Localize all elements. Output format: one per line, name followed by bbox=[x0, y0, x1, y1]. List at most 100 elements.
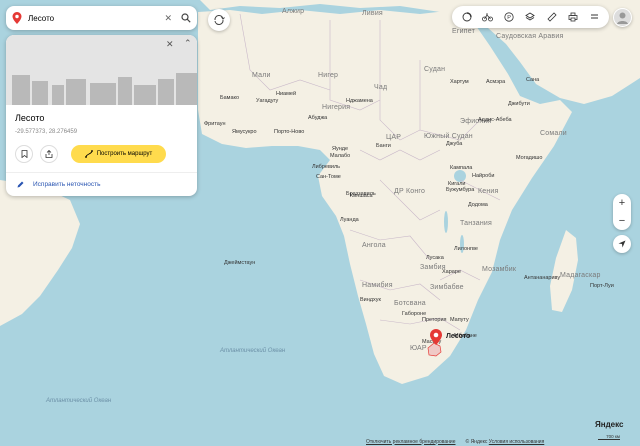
parking-button[interactable]: P bbox=[501, 9, 517, 25]
ocean-label: Атлантический Океан bbox=[46, 398, 112, 404]
map-label: Фритаун bbox=[204, 121, 226, 127]
map-label: Кампала bbox=[450, 165, 473, 171]
copyright-text: © Яндекс Условия использования bbox=[466, 439, 545, 445]
search-bar[interactable]: Лесото ✕ bbox=[6, 6, 197, 30]
map-label: Антананариву bbox=[524, 275, 561, 281]
avatar[interactable] bbox=[613, 8, 632, 27]
zoom-in-button[interactable]: + bbox=[613, 194, 631, 212]
menu-icon bbox=[590, 14, 598, 19]
map-label: Порто-Ново bbox=[274, 129, 305, 135]
map-label: Египет bbox=[452, 28, 475, 35]
map-footer: Отключить рекламное брендирование © Янде… bbox=[366, 437, 544, 446]
map-label: Судан bbox=[424, 66, 446, 73]
map-label: Киншаса bbox=[350, 193, 373, 199]
map-label: ЮАР bbox=[410, 345, 427, 352]
map-label: Ливия bbox=[362, 10, 383, 17]
map-label: Малабо bbox=[330, 153, 351, 159]
terms-link[interactable]: Условия использования bbox=[489, 439, 545, 445]
map-label: Мозамбик bbox=[482, 266, 517, 273]
map-label: Лилонгве bbox=[454, 246, 478, 252]
bookmark-icon bbox=[21, 150, 27, 158]
map-label: Мадагаскар bbox=[560, 272, 601, 279]
map-label: Сан-Томе bbox=[316, 174, 341, 180]
map-label: Ниамей bbox=[276, 91, 297, 97]
map-label: Асмэра bbox=[486, 79, 506, 85]
map-label: Джуба bbox=[446, 141, 463, 147]
map-label: Кения bbox=[478, 188, 499, 195]
place-title: Лесото bbox=[15, 113, 45, 123]
chevron-up-icon[interactable]: ⌃ bbox=[184, 38, 192, 49]
zoom-out-button[interactable]: − bbox=[613, 212, 631, 230]
map-label: Ботсвана bbox=[394, 300, 426, 307]
location-pin-icon bbox=[430, 329, 442, 345]
svg-text:P: P bbox=[508, 15, 512, 21]
map-label: Яунде bbox=[332, 146, 349, 152]
bookmark-button[interactable] bbox=[15, 145, 33, 163]
layers-button[interactable] bbox=[522, 9, 538, 25]
map-label: Либревиль bbox=[312, 164, 341, 170]
build-route-button[interactable]: Построить маршрут bbox=[71, 145, 166, 163]
place-coords[interactable]: -29.577373, 28.276459 bbox=[15, 129, 77, 135]
build-route-label: Построить маршрут bbox=[96, 151, 153, 157]
map-label: Нигерия bbox=[322, 104, 351, 111]
rotate-map-button[interactable] bbox=[208, 9, 230, 31]
map-label: Джибути bbox=[508, 101, 530, 107]
traffic-icon bbox=[462, 12, 472, 22]
scale-bar: 700 км bbox=[598, 434, 620, 440]
menu-button[interactable] bbox=[586, 9, 602, 25]
map-label: Ангола bbox=[362, 242, 386, 249]
share-icon bbox=[45, 150, 53, 158]
map-label: Джеймстаун bbox=[224, 260, 256, 266]
map-label: Южный Судан bbox=[424, 133, 473, 140]
map-label: Могадишо bbox=[516, 155, 543, 161]
map-label: Сомали bbox=[540, 130, 567, 137]
close-icon[interactable]: ✕ bbox=[166, 39, 174, 50]
route-icon bbox=[84, 150, 93, 158]
map-label: Танзания bbox=[460, 220, 492, 227]
map-label: Найроби bbox=[472, 173, 495, 179]
ocean-label: Атлантический Океан bbox=[220, 348, 286, 354]
bike-icon bbox=[482, 13, 494, 21]
map-label: Претория bbox=[422, 317, 447, 323]
map-label: Мапуту bbox=[450, 317, 469, 323]
disable-branding-link[interactable]: Отключить рекламное брендирование bbox=[366, 439, 456, 445]
ruler-button[interactable] bbox=[544, 9, 560, 25]
share-button[interactable] bbox=[40, 145, 58, 163]
selected-place-pin[interactable] bbox=[430, 329, 442, 345]
map-label: Мали bbox=[252, 72, 271, 79]
search-input[interactable]: Лесото bbox=[28, 14, 164, 23]
map-label: Луанда bbox=[340, 217, 359, 223]
geolocation-button[interactable] bbox=[613, 235, 631, 253]
map-label: Уагадугу bbox=[256, 98, 279, 104]
zoom-control: + − bbox=[613, 194, 631, 230]
map-toolbar: P bbox=[452, 6, 609, 28]
layers-icon bbox=[525, 12, 536, 21]
map-label: Банги bbox=[376, 143, 391, 149]
map-label: Додома bbox=[468, 202, 488, 208]
bike-button[interactable] bbox=[480, 9, 496, 25]
place-card: ✕ ⌃ Лесото -29.577373, 28.276459 Построи… bbox=[6, 35, 197, 196]
map-label: Саудовская Аравия bbox=[496, 33, 564, 40]
fix-error-link[interactable]: Исправить неточность bbox=[33, 181, 101, 188]
compass-icon bbox=[214, 15, 225, 25]
map-label: Хартум bbox=[450, 79, 469, 85]
copyright-label: © Яндекс bbox=[465, 438, 488, 445]
map-label: Сана bbox=[526, 77, 540, 83]
parking-icon: P bbox=[504, 12, 514, 22]
geolocation-icon bbox=[618, 240, 626, 248]
map-label: Бужумбура bbox=[446, 187, 475, 193]
divider bbox=[6, 172, 197, 173]
map-label: Алжир bbox=[282, 8, 305, 15]
map-label: Аддис-Абеба bbox=[478, 117, 512, 123]
print-button[interactable] bbox=[565, 9, 581, 25]
search-icon[interactable] bbox=[181, 13, 191, 23]
traffic-button[interactable] bbox=[459, 9, 475, 25]
map-label: Хараре bbox=[442, 269, 461, 275]
map-label: Нджамена bbox=[346, 98, 373, 104]
yandex-logo: Яндекс bbox=[595, 420, 624, 429]
map-label: Чад bbox=[374, 84, 388, 91]
ruler-icon bbox=[547, 12, 557, 22]
close-icon[interactable]: ✕ bbox=[164, 13, 172, 24]
map-label: Порт-Луи bbox=[590, 283, 614, 289]
map-label: ДР Конго bbox=[394, 188, 426, 195]
